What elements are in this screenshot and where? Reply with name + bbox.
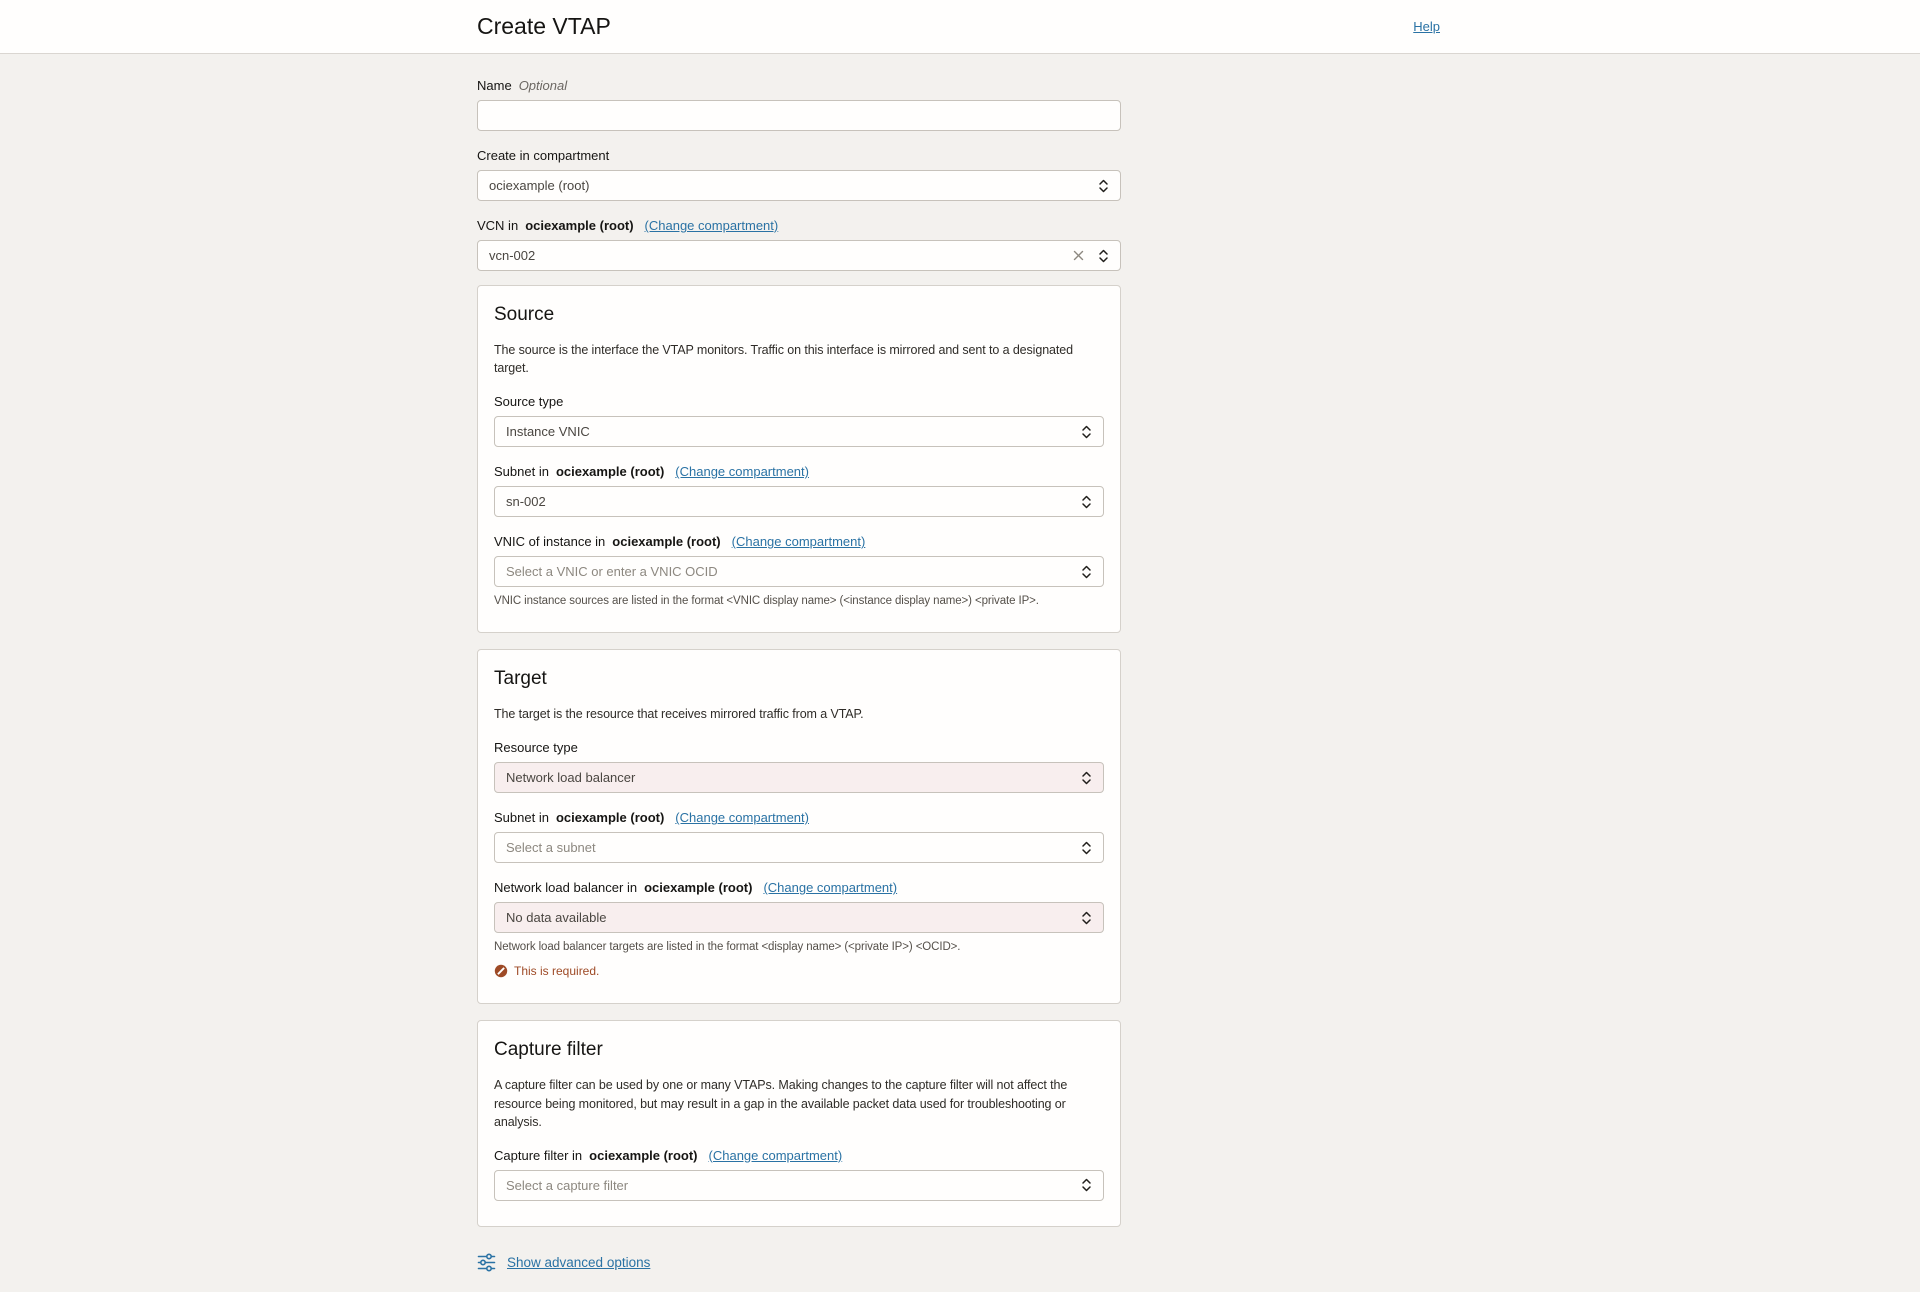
vcn-compartment-name: ociexample (root) [525,218,633,233]
source-section-title: Source [494,304,1104,326]
target-subnet-compartment-name: ociexample (root) [556,810,664,825]
chevron-updown-icon [1098,178,1109,194]
vcn-select-value: vcn-002 [489,248,1073,263]
target-resource-type-select[interactable]: Network load balancer [494,762,1104,793]
source-type-field-group: Source type Instance VNIC [494,394,1104,447]
compartment-select[interactable]: ociexample (root) [477,170,1121,201]
chevron-updown-icon [1098,248,1109,264]
capture-filter-section-description: A capture filter can be used by one or m… [494,1076,1104,1130]
target-nlb-field-group: Network load balancer in ociexample (roo… [494,880,1104,978]
target-section: Target The target is the resource that r… [477,649,1121,1004]
chevron-updown-icon [1081,494,1092,510]
name-input[interactable] [477,100,1121,131]
target-section-title: Target [494,668,1104,690]
chevron-updown-icon [1081,424,1092,440]
vcn-change-compartment-link[interactable]: (Change compartment) [645,218,779,233]
page-title: Create VTAP [477,13,611,40]
target-subnet-field-group: Subnet in ociexample (root) (Change comp… [494,810,1104,863]
source-subnet-field-group: Subnet in ociexample (root) (Change comp… [494,464,1104,517]
source-section-description: The source is the interface the VTAP mon… [494,341,1104,377]
vcn-label: VCN in [477,218,518,233]
target-nlb-change-compartment-link[interactable]: (Change compartment) [763,880,897,895]
capture-filter-label: Capture filter in [494,1148,582,1163]
chevron-updown-icon [1081,910,1092,926]
source-subnet-select-value: sn-002 [506,494,1081,509]
source-section: Source The source is the interface the V… [477,285,1121,633]
target-nlb-select-value: No data available [506,910,1081,925]
help-link[interactable]: Help [1413,19,1440,34]
source-type-select[interactable]: Instance VNIC [494,416,1104,447]
capture-filter-section-title: Capture filter [494,1039,1104,1061]
vcn-field-group: VCN in ociexample (root) (Change compart… [477,218,1121,271]
vcn-select[interactable]: vcn-002 [477,240,1121,271]
target-subnet-change-compartment-link[interactable]: (Change compartment) [675,810,809,825]
source-subnet-label: Subnet in [494,464,549,479]
compartment-label: Create in compartment [477,148,609,163]
capture-filter-change-compartment-link[interactable]: (Change compartment) [709,1148,843,1163]
source-subnet-select[interactable]: sn-002 [494,486,1104,517]
capture-filter-compartment-name: ociexample (root) [589,1148,697,1163]
source-subnet-change-compartment-link[interactable]: (Change compartment) [675,464,809,479]
capture-filter-section: Capture filter A capture filter can be u… [477,1020,1121,1226]
error-blocked-icon [494,964,508,978]
target-section-description: The target is the resource that receives… [494,705,1104,723]
compartment-select-value: ociexample (root) [489,178,1098,193]
target-nlb-helper-text: Network load balancer targets are listed… [494,941,1104,953]
target-subnet-select-placeholder: Select a subnet [506,840,1081,855]
target-resource-type-select-value: Network load balancer [506,770,1081,785]
chevron-updown-icon [1081,840,1092,856]
compartment-field-group: Create in compartment ociexample (root) [477,148,1121,201]
target-nlb-error: This is required. [494,964,1104,978]
show-advanced-options-link[interactable]: Show advanced options [507,1255,650,1270]
target-nlb-compartment-name: ociexample (root) [644,880,752,895]
target-nlb-select[interactable]: No data available [494,902,1104,933]
source-vnic-field-group: VNIC of instance in ociexample (root) (C… [494,534,1104,607]
target-subnet-label: Subnet in [494,810,549,825]
target-nlb-error-text: This is required. [514,964,599,978]
clear-selection-icon[interactable] [1073,250,1084,261]
source-vnic-select-placeholder: Select a VNIC or enter a VNIC OCID [506,564,1081,579]
source-subnet-compartment-name: ociexample (root) [556,464,664,479]
name-field-group: Name Optional [477,78,1121,131]
advanced-options-sliders-icon [477,1253,496,1272]
source-vnic-select[interactable]: Select a VNIC or enter a VNIC OCID [494,556,1104,587]
capture-filter-select-placeholder: Select a capture filter [506,1178,1081,1193]
source-vnic-change-compartment-link[interactable]: (Change compartment) [732,534,866,549]
source-vnic-compartment-name: ociexample (root) [612,534,720,549]
create-vtap-form: Name Optional Create in compartment ocie… [477,54,1121,1292]
source-type-label: Source type [494,394,563,409]
source-type-select-value: Instance VNIC [506,424,1081,439]
target-resource-type-label: Resource type [494,740,578,755]
capture-filter-select[interactable]: Select a capture filter [494,1170,1104,1201]
chevron-updown-icon [1081,1177,1092,1193]
target-nlb-label: Network load balancer in [494,880,637,895]
chevron-updown-icon [1081,564,1092,580]
source-vnic-label: VNIC of instance in [494,534,605,549]
target-subnet-select[interactable]: Select a subnet [494,832,1104,863]
source-vnic-helper-text: VNIC instance sources are listed in the … [494,595,1104,607]
target-resource-type-field-group: Resource type Network load balancer [494,740,1104,793]
capture-filter-field-group: Capture filter in ociexample (root) (Cha… [494,1148,1104,1201]
advanced-options-row: Show advanced options [477,1253,1121,1272]
chevron-updown-icon [1081,770,1092,786]
name-label: Name [477,78,512,93]
page-header: Create VTAP Help [0,0,1920,54]
name-optional-label: Optional [519,78,567,93]
